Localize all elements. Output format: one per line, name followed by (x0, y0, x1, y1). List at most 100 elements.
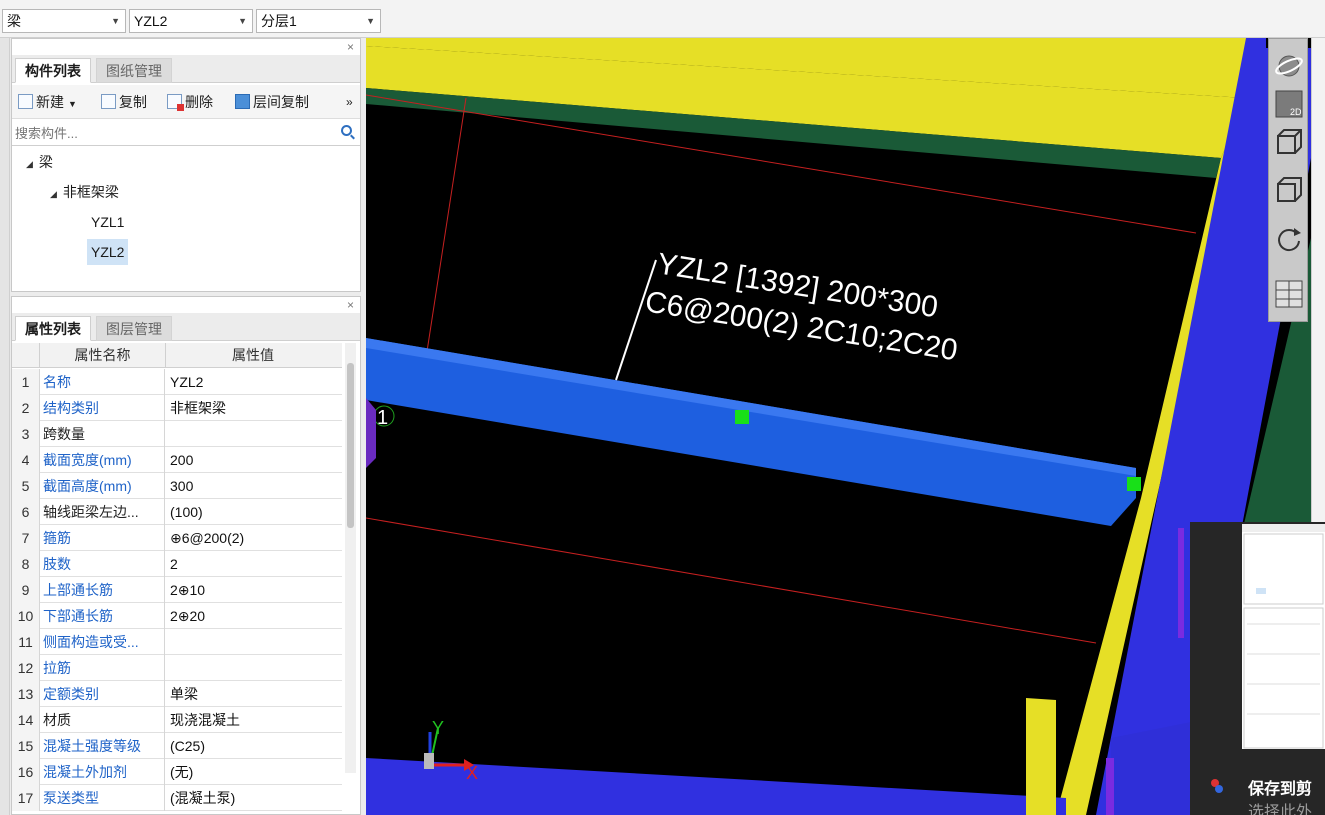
layer-select[interactable]: 分层1 ▼ (256, 9, 381, 33)
table-row[interactable]: 14 材质 现浇混凝土 (12, 707, 342, 733)
table-row[interactable]: 11 侧面构造或受... (12, 629, 342, 655)
search-icon[interactable] (341, 125, 352, 136)
tab-layer-manage[interactable]: 图层管理 (96, 316, 172, 341)
table-row[interactable]: 9 上部通长筋 2⊕10 (12, 577, 342, 603)
component-list-panel: × 构件列表 图纸管理 新建 ▼ 复制 删除 层间复制 » 搜索构件... ◢ … (11, 38, 361, 292)
view-tools-strip: 2D (1268, 38, 1308, 322)
screenshot-thumbnail-popup[interactable]: 保存到剪 选择此外 (1190, 522, 1325, 815)
property-value[interactable]: (无) (170, 759, 340, 785)
view-cube-icon[interactable] (1274, 175, 1304, 205)
property-value[interactable]: (C25) (170, 733, 340, 759)
property-name[interactable]: 拉筋 (43, 655, 165, 681)
table-row[interactable]: 4 截面宽度(mm) 200 (12, 447, 342, 473)
table-row[interactable]: 6 轴线距梁左边... (100) (12, 499, 342, 525)
2d-view-icon[interactable]: 2D (1274, 89, 1304, 119)
property-name[interactable]: 泵送类型 (43, 785, 165, 811)
property-name[interactable]: 混凝土外加剂 (43, 759, 165, 785)
property-name[interactable]: 侧面构造或受... (43, 629, 165, 655)
property-name[interactable]: 上部通长筋 (43, 577, 165, 603)
table-row[interactable]: 17 泵送类型 (混凝土泵) (12, 785, 342, 811)
search-input[interactable] (15, 123, 335, 143)
property-value[interactable] (170, 629, 340, 655)
property-name[interactable]: 下部通长筋 (43, 603, 165, 629)
orbit-icon[interactable] (1274, 51, 1304, 81)
more-button[interactable]: » (346, 92, 353, 112)
property-value[interactable]: (混凝土泵) (170, 785, 340, 811)
property-name[interactable]: 截面高度(mm) (43, 473, 165, 499)
property-value[interactable]: 2 (170, 551, 340, 577)
table-row[interactable]: 3 跨数量 (12, 421, 342, 447)
tab-drawing-manage[interactable]: 图纸管理 (96, 58, 172, 83)
yellow-column (1026, 698, 1056, 815)
3d-viewport[interactable]: 1 YZL2 [1392] 200*300 C6@200(2) 2C10;2C2… (366, 38, 1311, 815)
property-name[interactable]: 材质 (43, 707, 165, 733)
property-scrollbar[interactable] (345, 343, 356, 773)
table-row[interactable]: 5 截面高度(mm) 300 (12, 473, 342, 499)
row-number: 8 (12, 551, 40, 577)
property-value[interactable]: 非框架梁 (170, 395, 340, 421)
expand-triangle-icon[interactable]: ◢ (50, 189, 57, 199)
grid-select-icon[interactable] (1274, 279, 1304, 309)
screenshot-thumbnail-image[interactable] (1242, 524, 1325, 749)
new-button[interactable]: 新建 ▼ (18, 92, 77, 112)
property-value[interactable]: 200 (170, 447, 340, 473)
property-value[interactable]: ⊕6@200(2) (170, 525, 340, 551)
close-icon[interactable]: × (347, 40, 354, 54)
table-row[interactable]: 7 箍筋 ⊕6@200(2) (12, 525, 342, 551)
floor-copy-button[interactable]: 层间复制 (235, 92, 309, 112)
property-name[interactable]: 轴线距梁左边... (43, 499, 165, 525)
table-row[interactable]: 1 名称 YZL2 (12, 369, 342, 395)
selector-bar: 梁 ▼ YZL2 ▼ 分层1 ▼ (0, 0, 1325, 38)
property-name[interactable]: 混凝土强度等级 (43, 733, 165, 759)
close-icon[interactable]: × (347, 298, 354, 312)
property-value[interactable]: YZL2 (170, 369, 340, 395)
purple-column-right (1106, 758, 1114, 815)
tree-item-yzl1[interactable]: YZL1 (91, 209, 124, 235)
table-row[interactable]: 12 拉筋 (12, 655, 342, 681)
delete-button[interactable]: 删除 (167, 92, 213, 112)
tab-component-list[interactable]: 构件列表 (15, 58, 91, 83)
tree-item-yzl2[interactable]: YZL2 (87, 239, 129, 265)
clipboard-popup-subtitle: 选择此外 (1248, 804, 1313, 815)
property-name[interactable]: 箍筋 (43, 525, 165, 551)
property-name[interactable]: 肢数 (43, 551, 165, 577)
type-select[interactable]: 梁 ▼ (2, 9, 126, 33)
table-row[interactable]: 15 混凝土强度等级 (C25) (12, 733, 342, 759)
property-value[interactable] (170, 421, 340, 447)
table-row[interactable]: 16 混凝土外加剂 (无) (12, 759, 342, 785)
table-row[interactable]: 8 肢数 2 (12, 551, 342, 577)
floor-copy-label: 层间复制 (253, 94, 309, 110)
property-value[interactable]: 现浇混凝土 (170, 707, 340, 733)
property-value[interactable]: 2⊕10 (170, 577, 340, 603)
beam-grip-mid[interactable] (735, 410, 749, 424)
property-name[interactable]: 名称 (43, 369, 165, 395)
tab-property-list[interactable]: 属性列表 (15, 316, 91, 341)
property-value[interactable]: 300 (170, 473, 340, 499)
expand-triangle-icon[interactable]: ◢ (26, 159, 33, 169)
header-prop-name: 属性名称 (40, 343, 166, 368)
property-name[interactable]: 截面宽度(mm) (43, 447, 165, 473)
property-value[interactable]: 2⊕20 (170, 603, 340, 629)
left-panel: × 构件列表 图纸管理 新建 ▼ 复制 删除 层间复制 » 搜索构件... ◢ … (0, 38, 366, 815)
table-row[interactable]: 10 下部通长筋 2⊕20 (12, 603, 342, 629)
grid-header: 属性名称 属性值 (12, 343, 342, 368)
3d-box-icon[interactable] (1274, 127, 1304, 157)
property-value[interactable]: (100) (170, 499, 340, 525)
tree-node-nonframe-beam[interactable]: ◢ 非框架梁 (50, 179, 119, 205)
viewport-canvas[interactable]: 1 YZL2 [1392] 200*300 C6@200(2) 2C10;2C2… (366, 38, 1311, 815)
tree-node-beam[interactable]: ◢ 梁 (26, 149, 53, 175)
row-number: 6 (12, 499, 40, 525)
left-dock-strip (0, 38, 10, 815)
property-value[interactable]: 单梁 (170, 681, 340, 707)
copy-button[interactable]: 复制 (101, 92, 147, 112)
component-select[interactable]: YZL2 ▼ (129, 9, 253, 33)
scrollbar-thumb[interactable] (347, 363, 354, 528)
property-name[interactable]: 跨数量 (43, 421, 165, 447)
table-row[interactable]: 2 结构类别 非框架梁 (12, 395, 342, 421)
table-row[interactable]: 13 定额类别 单梁 (12, 681, 342, 707)
beam-grip-end[interactable] (1127, 477, 1141, 491)
property-name[interactable]: 结构类别 (43, 395, 165, 421)
rotate-icon[interactable] (1274, 223, 1304, 253)
property-value[interactable] (170, 655, 340, 681)
property-name[interactable]: 定额类别 (43, 681, 165, 707)
